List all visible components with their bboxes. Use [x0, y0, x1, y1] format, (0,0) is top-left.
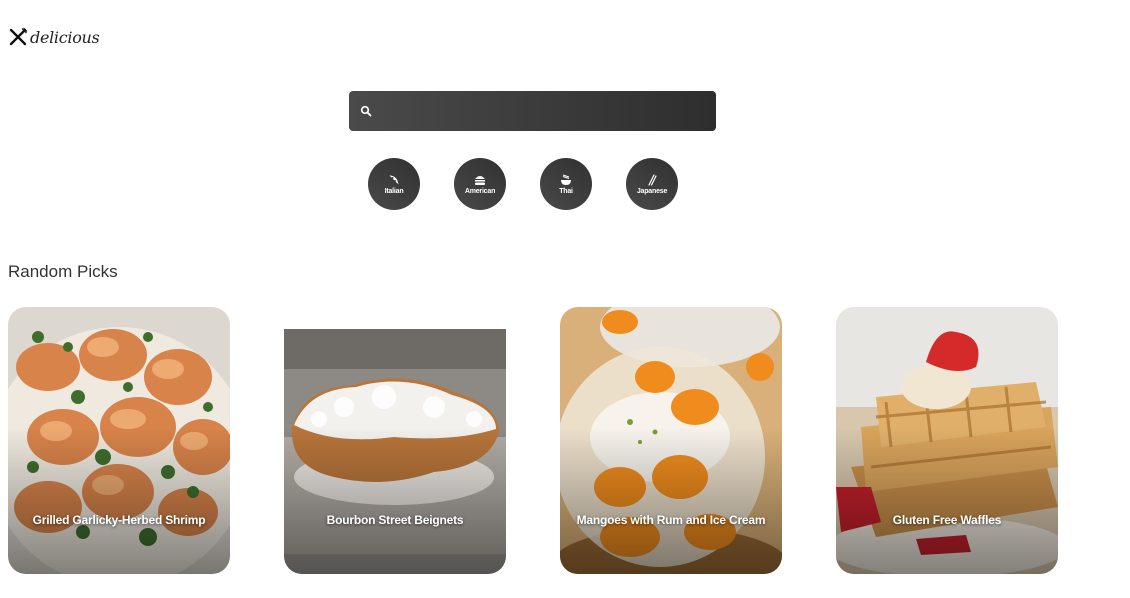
recipe-card[interactable]: Bourbon Street Beignets	[284, 307, 506, 574]
search-icon	[360, 105, 372, 117]
cuisine-japanese-button[interactable]: Japanese	[626, 158, 678, 210]
section-title: Random Picks	[8, 262, 118, 281]
brand-name: delicious	[30, 27, 100, 47]
recipe-title: Gluten Free Waffles	[892, 513, 1002, 527]
recipe-card[interactable]: Mangoes with Rum and Ice Cream	[560, 307, 782, 574]
chopsticks-icon	[648, 173, 657, 186]
image-overlay	[284, 307, 506, 574]
image-overlay	[836, 307, 1058, 574]
recipe-card[interactable]: Grilled Garlicky-Herbed Shrimp	[8, 307, 230, 574]
search-bar[interactable]	[349, 91, 716, 131]
fork-knife-icon	[9, 27, 28, 46]
burger-icon	[475, 175, 485, 185]
cuisine-label: Italian	[384, 187, 404, 195]
cuisine-label: Thai	[559, 187, 573, 195]
brand-logo[interactable]: delicious	[8, 27, 100, 47]
recipe-list: Grilled Garlicky-Herbed Shrimp Bourbon S…	[8, 307, 1058, 574]
image-overlay	[8, 307, 230, 574]
recipe-title: Bourbon Street Beignets	[326, 513, 464, 527]
cuisine-nav: Italian American Thai Japanese	[368, 158, 678, 210]
recipe-card[interactable]: Gluten Free Waffles	[836, 307, 1058, 574]
search-input[interactable]	[372, 91, 716, 131]
recipe-title: Grilled Garlicky-Herbed Shrimp	[32, 513, 206, 527]
pizza-icon	[389, 175, 399, 184]
image-overlay	[560, 307, 782, 574]
recipe-title: Mangoes with Rum and Ice Cream	[576, 513, 766, 527]
cuisine-label: American	[464, 187, 496, 195]
cuisine-label: Japanese	[636, 187, 668, 195]
noodle-bowl-icon	[561, 174, 571, 185]
cuisine-thai-button[interactable]: Thai	[540, 158, 592, 210]
cuisine-american-button[interactable]: American	[454, 158, 506, 210]
cuisine-italian-button[interactable]: Italian	[368, 158, 420, 210]
